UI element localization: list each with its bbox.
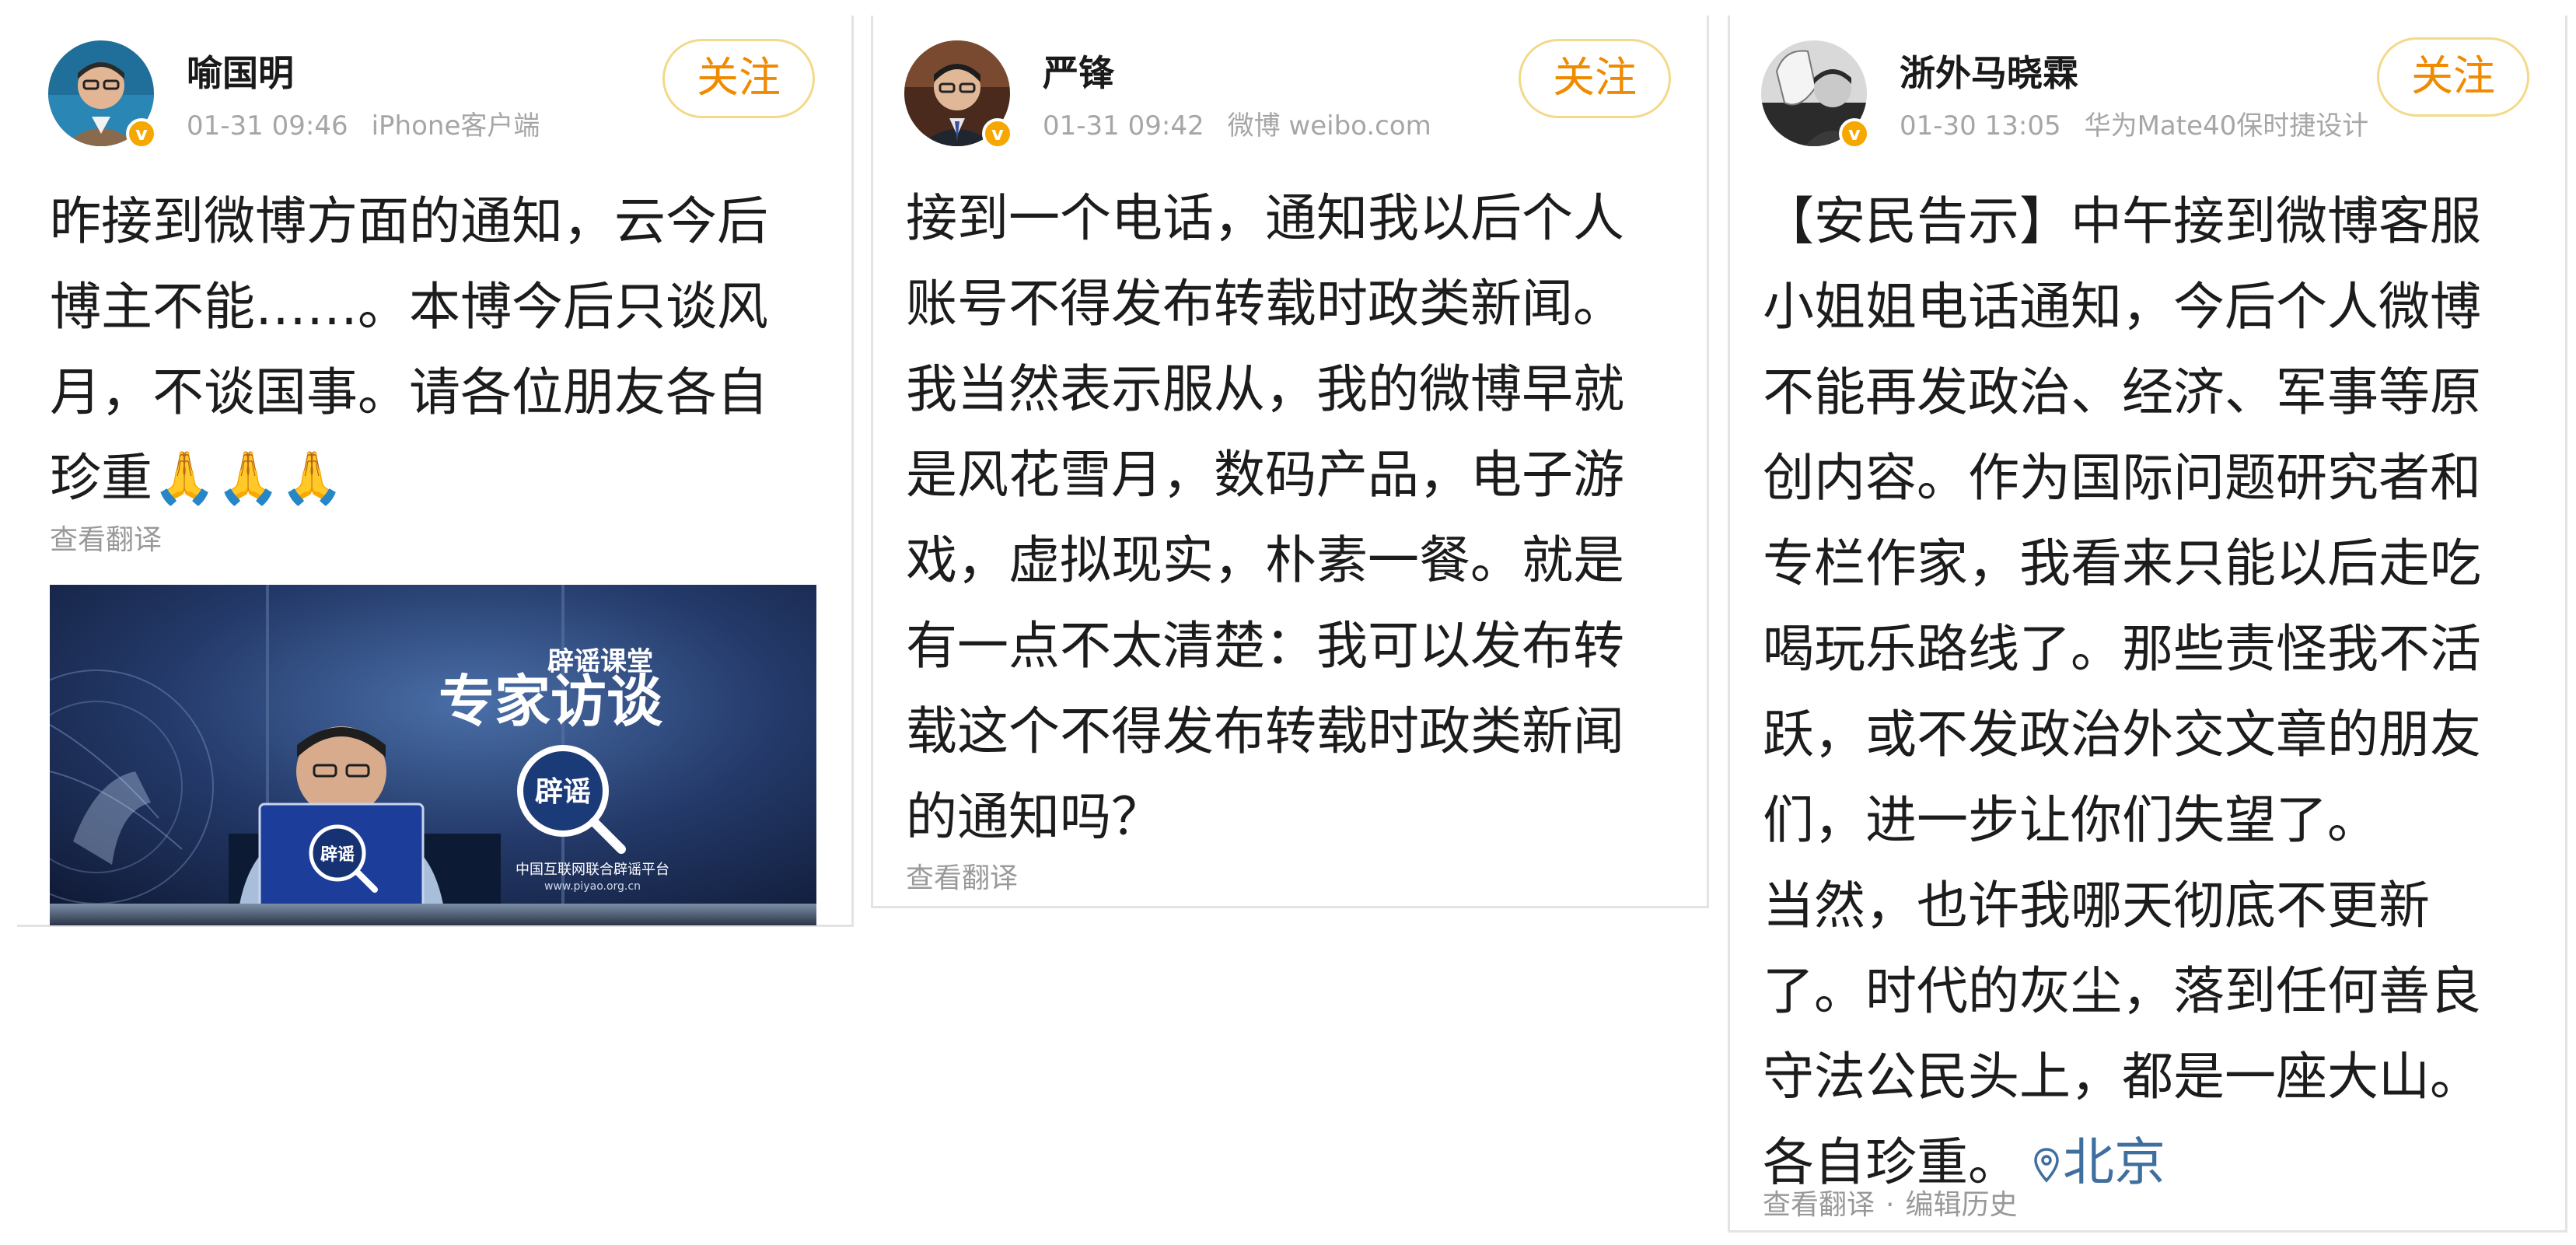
location-link[interactable]: 北京 (2063, 1132, 2165, 1192)
translate-link[interactable]: 查看翻译 (906, 855, 1018, 896)
post-text-body: 【安民告示】中午接到微博客服 小姐姐电话通知，今后个人微博 不能再发政治、经济、… (1763, 191, 2481, 1192)
weibo-post-card-1: v 喻国明 01-31 09:46 iPhone客户端 关注 昨接到微博方面的通知… (17, 16, 854, 927)
post-time: 01-31 09:46 (187, 110, 348, 142)
post-time: 01-30 13:05 (1900, 110, 2061, 142)
post-time: 01-31 09:42 (1043, 110, 1204, 142)
avatar[interactable]: v (1761, 40, 1870, 149)
separator-dot: · (1886, 1189, 1895, 1221)
translate-link[interactable]: 查看翻译 (1763, 1189, 1875, 1221)
post-source: iPhone客户端 (371, 110, 540, 142)
post-text: 【安民告示】中午接到微博客服 小姐姐电话通知，今后个人微博 不能再发政治、经济、… (1763, 179, 2542, 1205)
verified-badge-icon: v (126, 118, 157, 149)
edit-history-link[interactable]: 编辑历史 (1905, 1189, 2017, 1221)
username[interactable]: 严锋 (1043, 45, 1114, 96)
post-actions: 查看翻译 · 编辑历史 (1763, 1182, 2017, 1222)
laptop-logo-text: 辟谣 (320, 845, 355, 865)
image-platform-url: www.piyao.org.cn (544, 880, 641, 893)
username[interactable]: 喻国明 (187, 45, 294, 96)
follow-button[interactable]: 关注 (1519, 39, 1671, 118)
verified-badge-icon: v (1839, 118, 1870, 149)
image-title-big: 专家访谈 (439, 668, 663, 734)
image-platform-name: 中国互联网联合辟谣平台 (516, 862, 669, 878)
avatar[interactable]: v (904, 40, 1013, 149)
post-meta: 01-31 09:46 iPhone客户端 (187, 104, 540, 142)
post-text: 接到一个电话，通知我以后个人 账号不得发布转载时政类新闻。 我当然表示服从，我的… (906, 188, 1624, 847)
translate-link[interactable]: 查看翻译 (50, 517, 162, 558)
post-source: 华为Mate40保时捷设计 (2084, 110, 2369, 142)
verified-badge-icon: v (982, 118, 1013, 149)
post-meta: 01-31 09:42 微博 weibo.com (1043, 104, 1431, 142)
image-logo-text: 辟谣 (535, 776, 591, 808)
post-meta: 01-30 13:05 华为Mate40保时捷设计 (1900, 104, 2368, 142)
weibo-post-card-3: v 浙外马晓霖 01-30 13:05 华为Mate40保时捷设计 关注 【安民告… (1728, 16, 2567, 1233)
post-text: 昨接到微博方面的通知，云今后 博主不能……。本博今后只谈风 月，不谈国事。请各位… (50, 191, 768, 508)
follow-button[interactable]: 关注 (662, 39, 815, 118)
follow-button[interactable]: 关注 (2377, 37, 2529, 117)
location-pin-icon (2034, 1148, 2059, 1183)
avatar[interactable]: v (48, 40, 157, 149)
post-image[interactable]: 辟谣课堂 专家访谈 辟谣 中国互联网联合辟谣平台 www.piyao.org.c… (50, 585, 816, 925)
weibo-post-card-2: v 严锋 01-31 09:42 微博 weibo.com 关注 接到一个电话，通… (871, 16, 1709, 908)
username[interactable]: 浙外马晓霖 (1900, 45, 2078, 96)
post-source: 微博 weibo.com (1227, 110, 1431, 142)
